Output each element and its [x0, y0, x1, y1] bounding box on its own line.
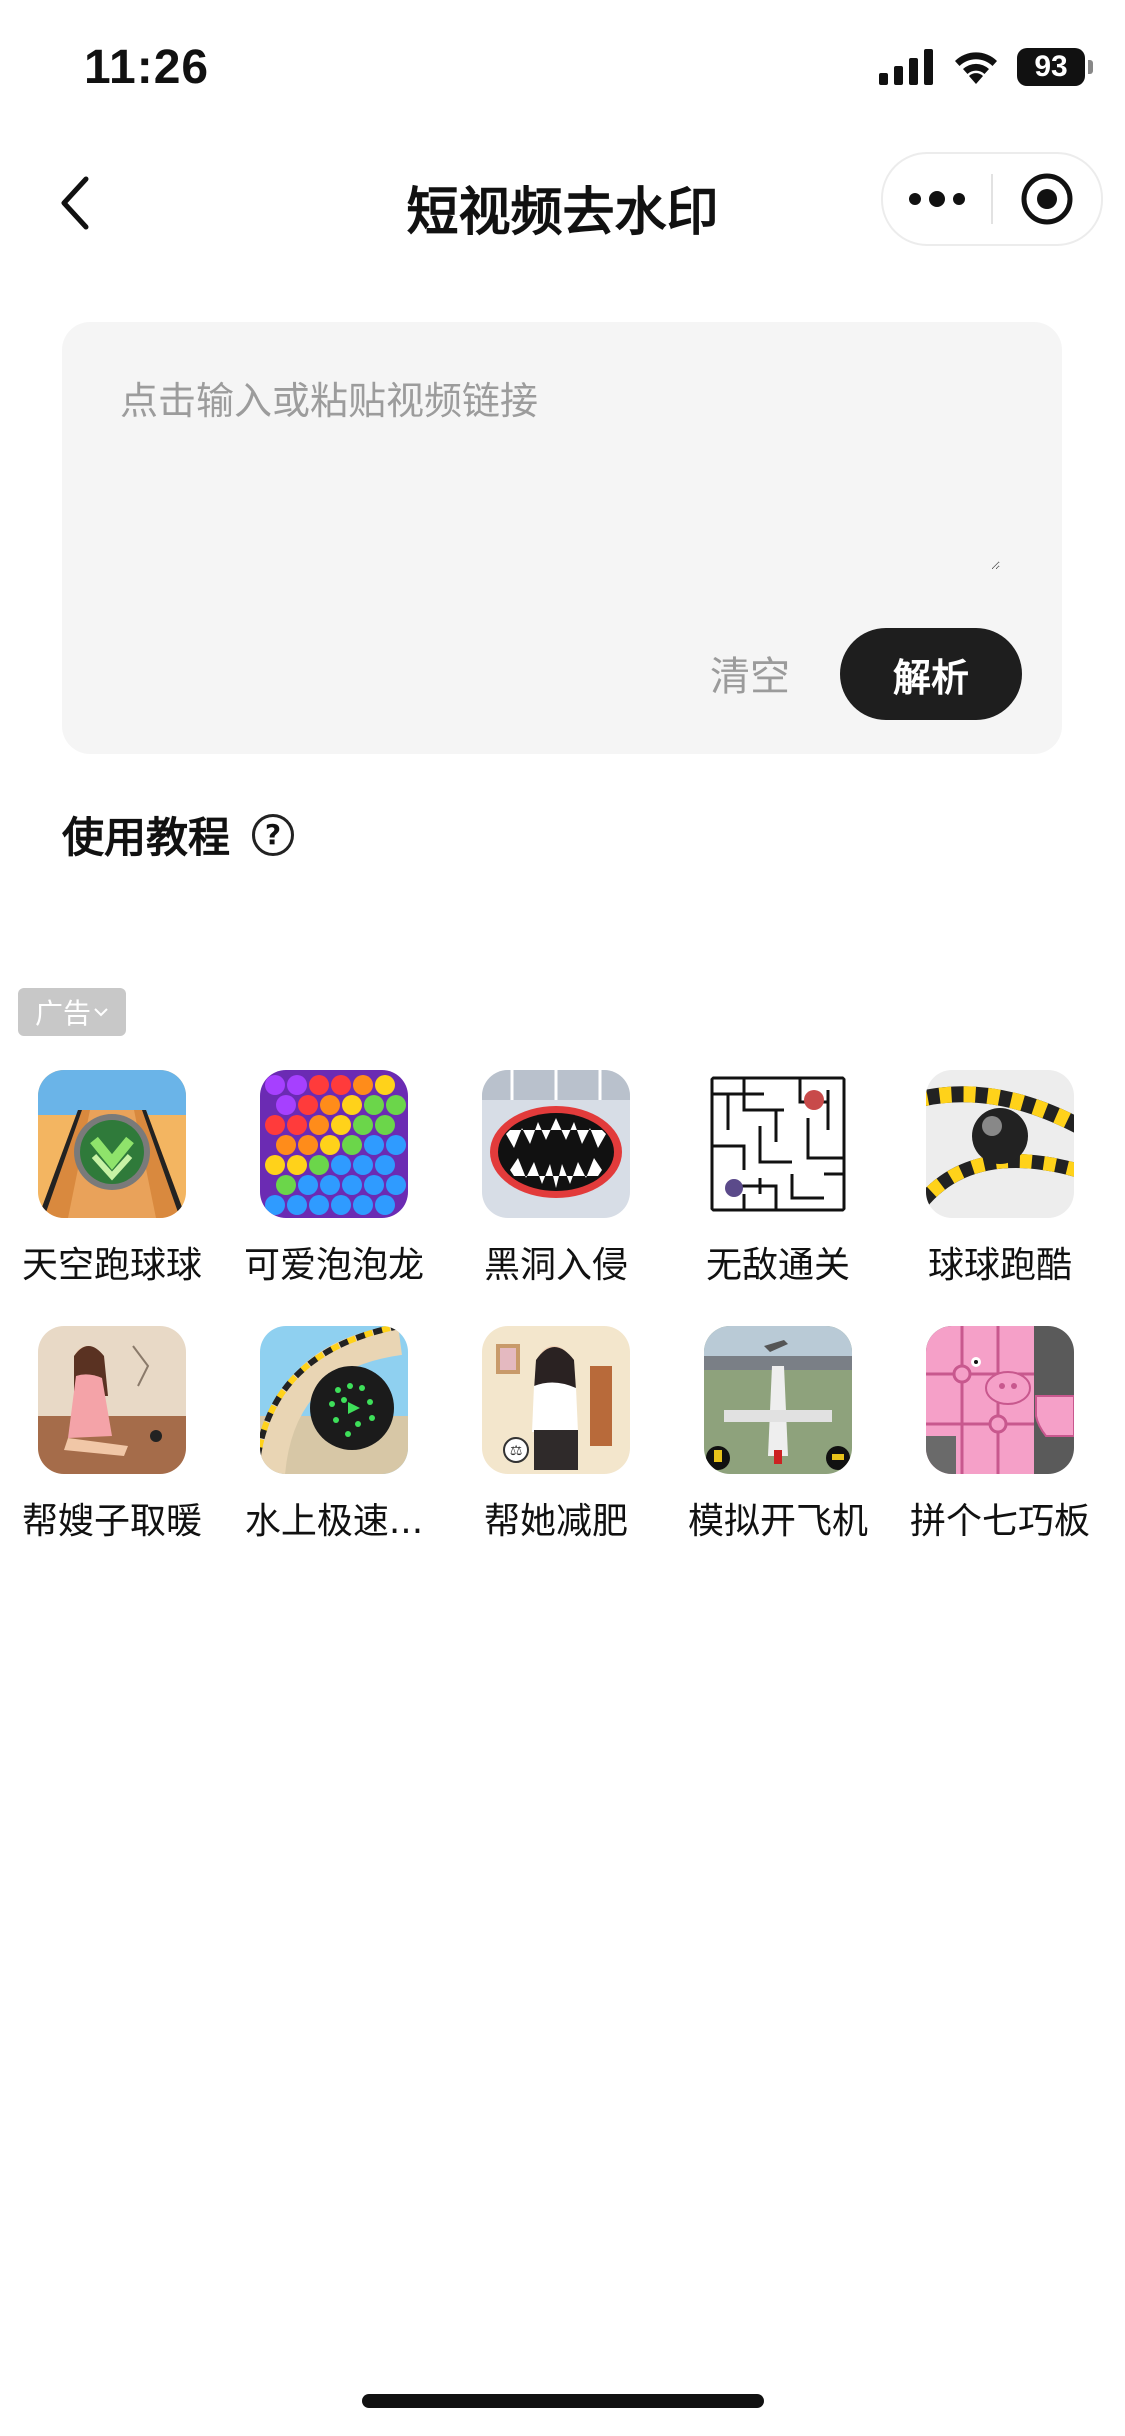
game-name: 帮她减肥	[483, 1501, 628, 1542]
game-item[interactable]: 拼个七巧板	[889, 1326, 1111, 1544]
game-name: 球球跑酷	[927, 1245, 1072, 1286]
svg-text:⚖: ⚖	[510, 1443, 523, 1459]
status-time: 11:26	[84, 41, 210, 94]
game-name: 无敌通关	[705, 1245, 850, 1286]
game-name: 可爱泡泡龙	[243, 1245, 424, 1286]
parse-button[interactable]: 解析	[840, 628, 1022, 720]
link-input-card: 清空 解析	[62, 322, 1062, 754]
tutorial-label: 使用教程	[62, 813, 231, 862]
game-name: 天空跑球球	[21, 1245, 202, 1286]
game-name: 帮嫂子取暖	[21, 1501, 202, 1542]
game-item[interactable]: 可爱泡泡龙	[223, 1070, 445, 1288]
pink-pig-puzzle-icon	[926, 1326, 1074, 1474]
game-item[interactable]: 帮嫂子取暖	[1, 1326, 223, 1544]
target-circle-icon	[1021, 173, 1073, 225]
question-circle-icon: ?	[252, 813, 295, 856]
ball-parkour-icon	[926, 1070, 1074, 1218]
wifi-icon	[955, 52, 997, 84]
maze-icon	[704, 1070, 852, 1218]
nav-bar: 短视频去水印	[0, 140, 1125, 260]
woman-sitting-icon	[38, 1326, 186, 1474]
game-item[interactable]: 黑洞入侵	[445, 1070, 667, 1288]
game-item[interactable]: 球球跑酷	[889, 1070, 1111, 1288]
tutorial-link[interactable]: 使用教程 ?	[62, 804, 295, 865]
game-name: 黑洞入侵	[483, 1245, 628, 1286]
woman-fitness-icon: ⚖	[482, 1326, 630, 1474]
black-hole-mouth-icon	[482, 1070, 630, 1218]
video-link-input[interactable]	[120, 370, 1000, 570]
more-button[interactable]	[883, 154, 991, 244]
status-bar: 11:26 93	[0, 0, 1125, 140]
home-indicator[interactable]	[362, 2394, 764, 2408]
ad-badge-label: 广告	[34, 997, 91, 1030]
game-name: 拼个七巧板	[909, 1501, 1090, 1542]
close-miniprogram-button[interactable]	[993, 154, 1101, 244]
chevron-down-icon	[94, 1008, 108, 1017]
game-item[interactable]: 模拟开飞机	[667, 1326, 889, 1544]
signal-icon	[879, 49, 933, 85]
more-dots-icon	[909, 191, 965, 207]
game-item[interactable]: 天空跑球球	[1, 1070, 223, 1288]
game-item[interactable]: 无敌通关	[667, 1070, 889, 1288]
game-item[interactable]: 水上极速...	[223, 1326, 445, 1544]
rolling-ball-track-icon	[38, 1070, 186, 1218]
bubble-shooter-icon	[260, 1070, 408, 1218]
clear-button[interactable]: 清空	[710, 644, 790, 702]
game-name: 模拟开飞机	[687, 1501, 868, 1542]
green-ball-race-icon	[260, 1326, 408, 1474]
game-name: 水上极速...	[244, 1501, 424, 1542]
ad-badge[interactable]: 广告	[18, 988, 126, 1036]
battery-icon: 93	[1017, 48, 1093, 86]
battery-level: 93	[1034, 50, 1068, 83]
game-item[interactable]: ⚖ 帮她减肥	[445, 1326, 667, 1544]
airplane-simulator-icon	[704, 1326, 852, 1474]
status-icons: 93	[879, 48, 1093, 86]
mini-program-capsule	[881, 152, 1103, 246]
